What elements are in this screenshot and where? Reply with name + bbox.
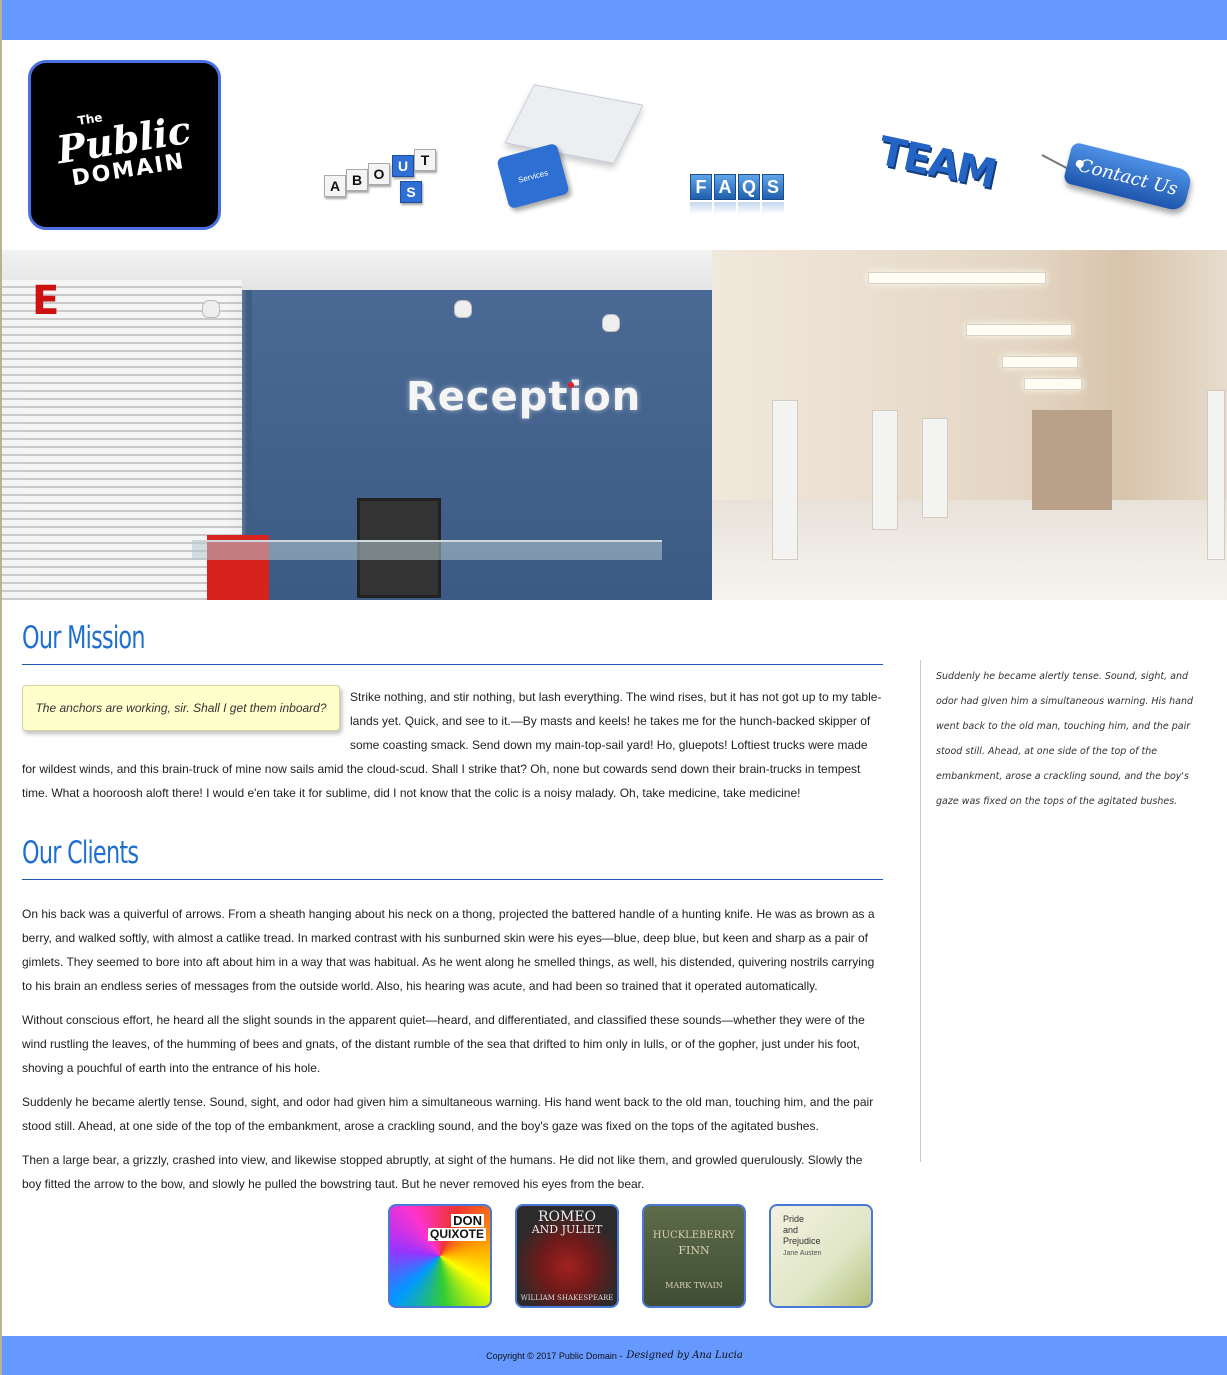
hero-corridor-end	[1032, 410, 1112, 510]
book-huckleberry-finn[interactable]: HUCKLEBERRY FINN MARK TWAIN	[642, 1204, 746, 1308]
faq-reflection	[762, 202, 784, 214]
book-title: HUCKLEBERRY	[652, 1230, 736, 1241]
faq-cube-a: A	[714, 174, 736, 200]
book-pride-prejudice[interactable]: Pride and Prejudice Jane Austen	[769, 1204, 873, 1308]
nav-services[interactable]: Services	[496, 84, 644, 220]
book-author: MARK TWAIN	[665, 1281, 723, 1290]
about-cube-s: S	[400, 181, 422, 203]
site-header: The Public DOMAIN A B O U T S Services F…	[2, 40, 1227, 250]
pendant-lamp	[202, 300, 220, 318]
clients-paragraph: Without conscious effort, he heard all t…	[22, 1013, 865, 1075]
clients-title: Our Clients	[22, 835, 139, 871]
clients-paragraph: Then a large bear, a grizzly, crashed in…	[22, 1153, 863, 1191]
pendant-lamp	[602, 314, 620, 332]
sidebar: Suddenly he became alertly tense. Sound,…	[920, 660, 1210, 1162]
corridor-door	[1207, 390, 1225, 560]
about-cube-b: B	[346, 169, 368, 191]
hero-banner: E Reception	[2, 250, 1227, 600]
book-romeo-juliet[interactable]: ROMEO AND JULIET WILLIAM SHAKESPEARE	[515, 1204, 619, 1308]
book-title: DON	[451, 1213, 484, 1228]
faq-cube-q: Q	[738, 174, 760, 200]
mission-block: The anchors are working, sir. Shall I ge…	[22, 685, 884, 805]
book-title: Prejudice	[783, 1236, 821, 1246]
book-author: Jane Austen	[783, 1250, 822, 1257]
ceiling-light	[1024, 378, 1082, 390]
footer-designed-by[interactable]: Designed by Ana Lucia	[626, 1350, 742, 1361]
nav-team[interactable]: TEAM	[868, 128, 999, 220]
site-logo[interactable]: The Public DOMAIN	[28, 60, 221, 230]
mission-rule	[22, 664, 883, 665]
team-label: TEAM	[874, 128, 999, 198]
faq-reflection	[738, 202, 760, 214]
clients-paragraph: Suddenly he became alertly tense. Sound,…	[22, 1095, 874, 1133]
about-cube-a: A	[324, 175, 346, 197]
book-don-quixote[interactable]: DON QUIXOTE	[388, 1204, 492, 1308]
contact-label: Contact Us	[1076, 154, 1180, 200]
book-title: FINN	[678, 1244, 710, 1257]
clients-rule	[22, 879, 883, 880]
book-title: and	[783, 1225, 799, 1235]
about-cube-o: O	[368, 163, 390, 185]
reception-desk	[192, 540, 662, 560]
logo-text: The Public DOMAIN	[31, 63, 218, 227]
about-cube-t: T	[414, 149, 436, 171]
reception-sign: Reception	[406, 374, 642, 420]
top-bar	[2, 0, 1227, 40]
main-content: Our Mission The anchors are working, sir…	[22, 618, 884, 1196]
book-title: ROMEO	[537, 1209, 597, 1225]
footer-copyright: Copyright © 2017 Public Domain -	[486, 1350, 623, 1361]
book-title: AND JULIET	[531, 1223, 603, 1236]
ceiling-light	[868, 272, 1046, 284]
contact-tag-icon: Contact Us	[1062, 141, 1194, 213]
faq-cube-s: S	[762, 174, 784, 200]
mission-title: Our Mission	[22, 620, 146, 656]
clients-paragraph: On his back was a quiverful of arrows. F…	[22, 907, 875, 993]
faq-reflection	[714, 202, 736, 214]
reception-sign-dot	[568, 382, 574, 388]
site-footer: Copyright © 2017 Public Domain - Designe…	[2, 1336, 1227, 1375]
corridor-door	[872, 410, 898, 530]
nav-about-us[interactable]: A B O U T S	[322, 145, 442, 215]
services-puzzle-piece: Services	[496, 142, 570, 210]
ceiling-light	[1002, 356, 1078, 368]
hero-corner-letter: E	[32, 278, 60, 324]
corridor-door	[922, 418, 948, 518]
book-author: WILLIAM SHAKESPEARE	[520, 1294, 614, 1302]
book-title: QUIXOTE	[427, 1227, 486, 1241]
faq-cube-f: F	[690, 174, 712, 200]
corridor-door	[772, 400, 798, 560]
ceiling-light	[966, 324, 1072, 336]
about-cube-u: U	[392, 155, 414, 177]
nav-contact-us[interactable]: Contact Us	[1041, 141, 1194, 213]
mission-pullquote: The anchors are working, sir. Shall I ge…	[22, 685, 340, 731]
client-book-gallery: DON QUIXOTE ROMEO AND JULIET WILLIAM SHA…	[388, 1204, 878, 1308]
sidebar-text: Suddenly he became alertly tense. Sound,…	[936, 671, 1194, 807]
book-title: Pride	[783, 1214, 805, 1224]
pendant-lamp	[454, 300, 472, 318]
nav-faqs[interactable]: F A Q S	[688, 170, 813, 220]
faq-reflection	[690, 202, 712, 214]
